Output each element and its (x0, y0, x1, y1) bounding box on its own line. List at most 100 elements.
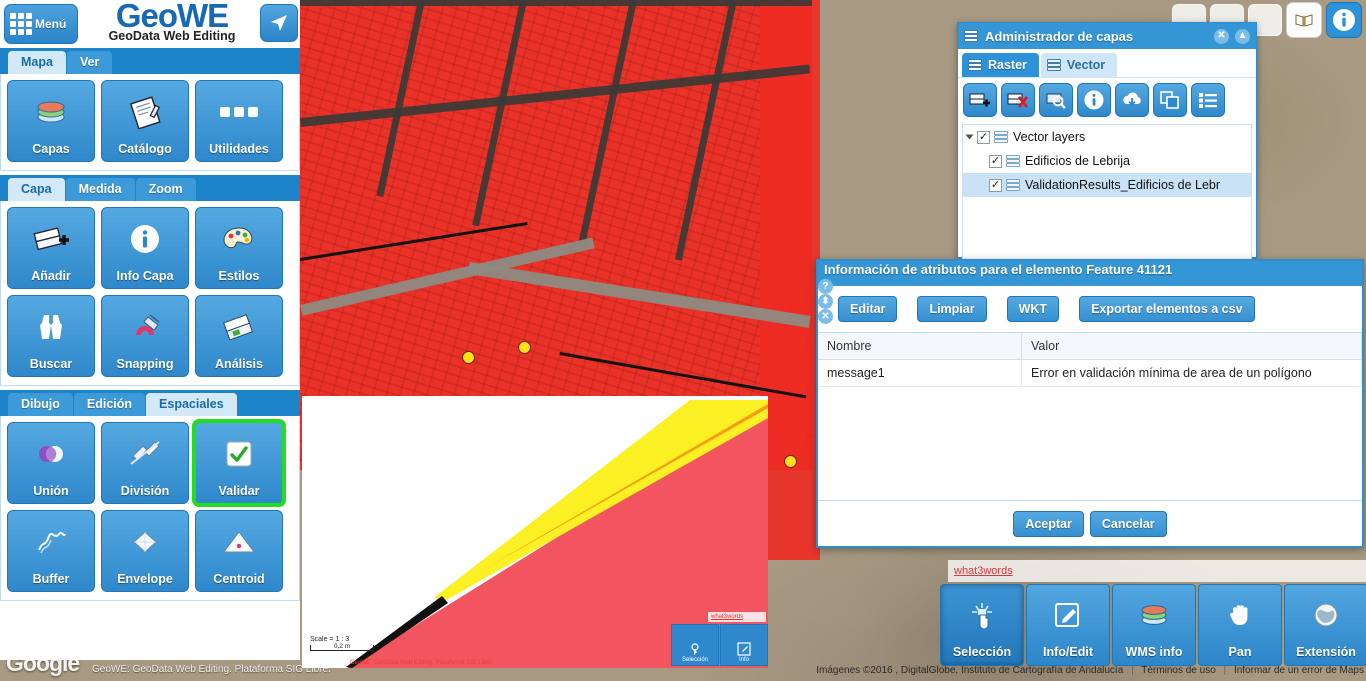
layer-tree-node-edificios[interactable]: ✓ Edificios de Lebrija (963, 149, 1251, 173)
info-circle-icon[interactable] (1326, 2, 1362, 38)
export-csv-button[interactable]: Exportar elementos a csv (1079, 296, 1254, 322)
cancel-button[interactable]: Cancelar (1090, 511, 1167, 537)
layer-checkbox[interactable]: ✓ (989, 179, 1002, 192)
button-extension[interactable]: Extensión (1284, 584, 1366, 666)
button-pan[interactable]: Pan (1198, 584, 1282, 666)
table-row[interactable]: message1 Error en validación mínima de a… (818, 360, 1362, 387)
search-layer-icon (1045, 90, 1067, 110)
button-union[interactable]: Unión (7, 422, 95, 504)
add-layer-tool[interactable] (963, 83, 997, 117)
button-envelope[interactable]: Envelope (101, 510, 189, 592)
capa-button-grid: Añadir Info Capa (0, 201, 300, 386)
button-capas-label: Capas (32, 142, 70, 156)
button-division[interactable]: División (101, 422, 189, 504)
button-seleccion[interactable]: Selección (940, 584, 1024, 666)
layer-tree-node-validationresults[interactable]: ✓ ValidationResults_Edificios de Lebr (963, 173, 1251, 197)
report-error-link[interactable]: Informar de un error de Maps (1234, 665, 1364, 676)
attributes-toolbar[interactable]: Editar Limpiar WKT Exportar elementos a … (818, 286, 1362, 333)
tab-vector[interactable]: Vector (1041, 53, 1117, 77)
tab-mapa[interactable]: Mapa (8, 51, 66, 74)
attributes-footer[interactable]: Aceptar Cancelar (818, 500, 1362, 546)
table-header-row: Nombre Valor (818, 333, 1362, 360)
layer-list-tool[interactable] (1191, 83, 1225, 117)
button-analisis[interactable]: Análisis (195, 295, 283, 377)
copy-layer-tool[interactable] (1153, 83, 1187, 117)
terms-link[interactable]: Términos de uso (1141, 665, 1215, 676)
tab-medida[interactable]: Medida (66, 178, 135, 201)
layer-manager-dialog[interactable]: Administrador de capas ✕ ▲ Raster Vector (957, 22, 1257, 258)
inset-what3words-link[interactable]: what3words (708, 612, 766, 622)
button-buscar-label: Buscar (30, 357, 72, 371)
layer-info-tool[interactable] (1077, 83, 1111, 117)
inset-mini-button-info[interactable]: Info (720, 624, 768, 666)
button-buscar[interactable]: Buscar (7, 295, 95, 377)
inset-scale-label: Scale = 1 : 3 (310, 636, 374, 643)
button-catalogo[interactable]: Catálogo (101, 80, 189, 162)
collapse-icon[interactable]: ▲ (1235, 29, 1250, 44)
tab-edicion[interactable]: Edición (74, 393, 145, 416)
button-division-label: División (121, 484, 170, 498)
left-tool-panel[interactable]: Menú GeoWE GeoData Web Editing Mapa Ver (0, 0, 300, 660)
button-wms-info[interactable]: WMS info (1112, 584, 1196, 666)
accept-button[interactable]: Aceptar (1013, 511, 1084, 537)
search-layer-tool[interactable] (1039, 83, 1073, 117)
layers-stack-icon (964, 30, 979, 42)
layer-tree[interactable]: ✓ Vector layers ✓ Edificios de Lebrija ✓… (962, 124, 1252, 274)
button-info-capa[interactable]: Info Capa (101, 207, 189, 289)
cursor-select-glyph (967, 601, 997, 629)
tab-raster[interactable]: Raster (962, 53, 1039, 77)
layer-manager-tabs[interactable]: Raster Vector (958, 49, 1256, 78)
tab-ver[interactable]: Ver (67, 51, 112, 74)
map-mode-toolbar[interactable]: Selección Info/Edit WMS info Pan (940, 584, 1366, 666)
tab-capa[interactable]: Capa (8, 178, 65, 201)
close-icon[interactable]: ✕ (1214, 29, 1229, 44)
inset-mini-button-seleccion[interactable]: Selección (671, 624, 719, 666)
navigation-arrow-icon[interactable] (260, 4, 298, 42)
download-layer-tool[interactable] (1115, 83, 1149, 117)
tabrow-espaciales[interactable]: Dibujo Edición Espaciales (0, 390, 300, 416)
tab-dibujo[interactable]: Dibujo (8, 393, 73, 416)
layer-checkbox[interactable]: ✓ (977, 131, 990, 144)
zoom-inset-map[interactable]: Scale = 1 : 3 0,2 m GeoWE: GeoData Web E… (302, 396, 768, 668)
clear-button[interactable]: Limpiar (917, 296, 986, 322)
button-envelope-label: Envelope (117, 572, 173, 586)
vertex-marker[interactable] (785, 456, 796, 467)
attributes-titlebar[interactable]: Información de atributos para el element… (818, 261, 1362, 286)
layer-manager-toolbar[interactable] (958, 78, 1256, 122)
vertex-marker[interactable] (463, 352, 474, 363)
tab-zoom[interactable]: Zoom (136, 178, 196, 201)
layer-manager-titlebar[interactable]: Administrador de capas ✕ ▲ (958, 23, 1256, 49)
button-buffer[interactable]: Buffer (7, 510, 95, 592)
button-info-edit[interactable]: Info/Edit (1026, 584, 1110, 666)
tab-espaciales[interactable]: Espaciales (146, 393, 237, 416)
raster-layers-icon (968, 59, 983, 71)
info-glyph (1331, 7, 1357, 33)
espaciales-button-grid: Unión División Validar (0, 416, 300, 601)
what3words-link[interactable]: what3words (954, 560, 1013, 582)
button-estilos[interactable]: Estilos (195, 207, 283, 289)
tabrow-mapa[interactable]: Mapa Ver (0, 48, 300, 74)
menu-button[interactable]: Menú (4, 4, 78, 44)
button-centroid[interactable]: Centroid (195, 510, 283, 592)
open-book-icon[interactable] (1286, 2, 1322, 38)
button-snapping-label: Snapping (117, 357, 174, 371)
vertex-marker[interactable] (519, 342, 530, 353)
button-snapping[interactable]: Snapping (101, 295, 189, 377)
magnet-icon (102, 296, 188, 357)
button-anadir[interactable]: Añadir (7, 207, 95, 289)
wkt-button[interactable]: WKT (1007, 296, 1059, 322)
button-capas[interactable]: Capas (7, 80, 95, 162)
attributes-dialog[interactable]: Información de atributos para el element… (816, 259, 1364, 548)
what3words-bar: what3words (948, 560, 1366, 582)
tabrow-capa[interactable]: Capa Medida Zoom (0, 175, 300, 201)
layer-checkbox[interactable]: ✓ (989, 155, 1002, 168)
layer-tree-node-root[interactable]: ✓ Vector layers (963, 125, 1251, 149)
edit-button[interactable]: Editar (838, 296, 897, 322)
remove-layer-tool[interactable] (1001, 83, 1035, 117)
button-utilidades[interactable]: Utilidades (195, 80, 283, 162)
palette-glyph (221, 224, 257, 254)
inset-mini-toolbar[interactable]: Selección Info (671, 624, 768, 666)
chevron-down-icon[interactable] (966, 135, 974, 140)
inset-credit: GeoWE: GeoData Web Editing. Plataforma S… (350, 660, 493, 666)
button-validar[interactable]: Validar (195, 422, 283, 504)
